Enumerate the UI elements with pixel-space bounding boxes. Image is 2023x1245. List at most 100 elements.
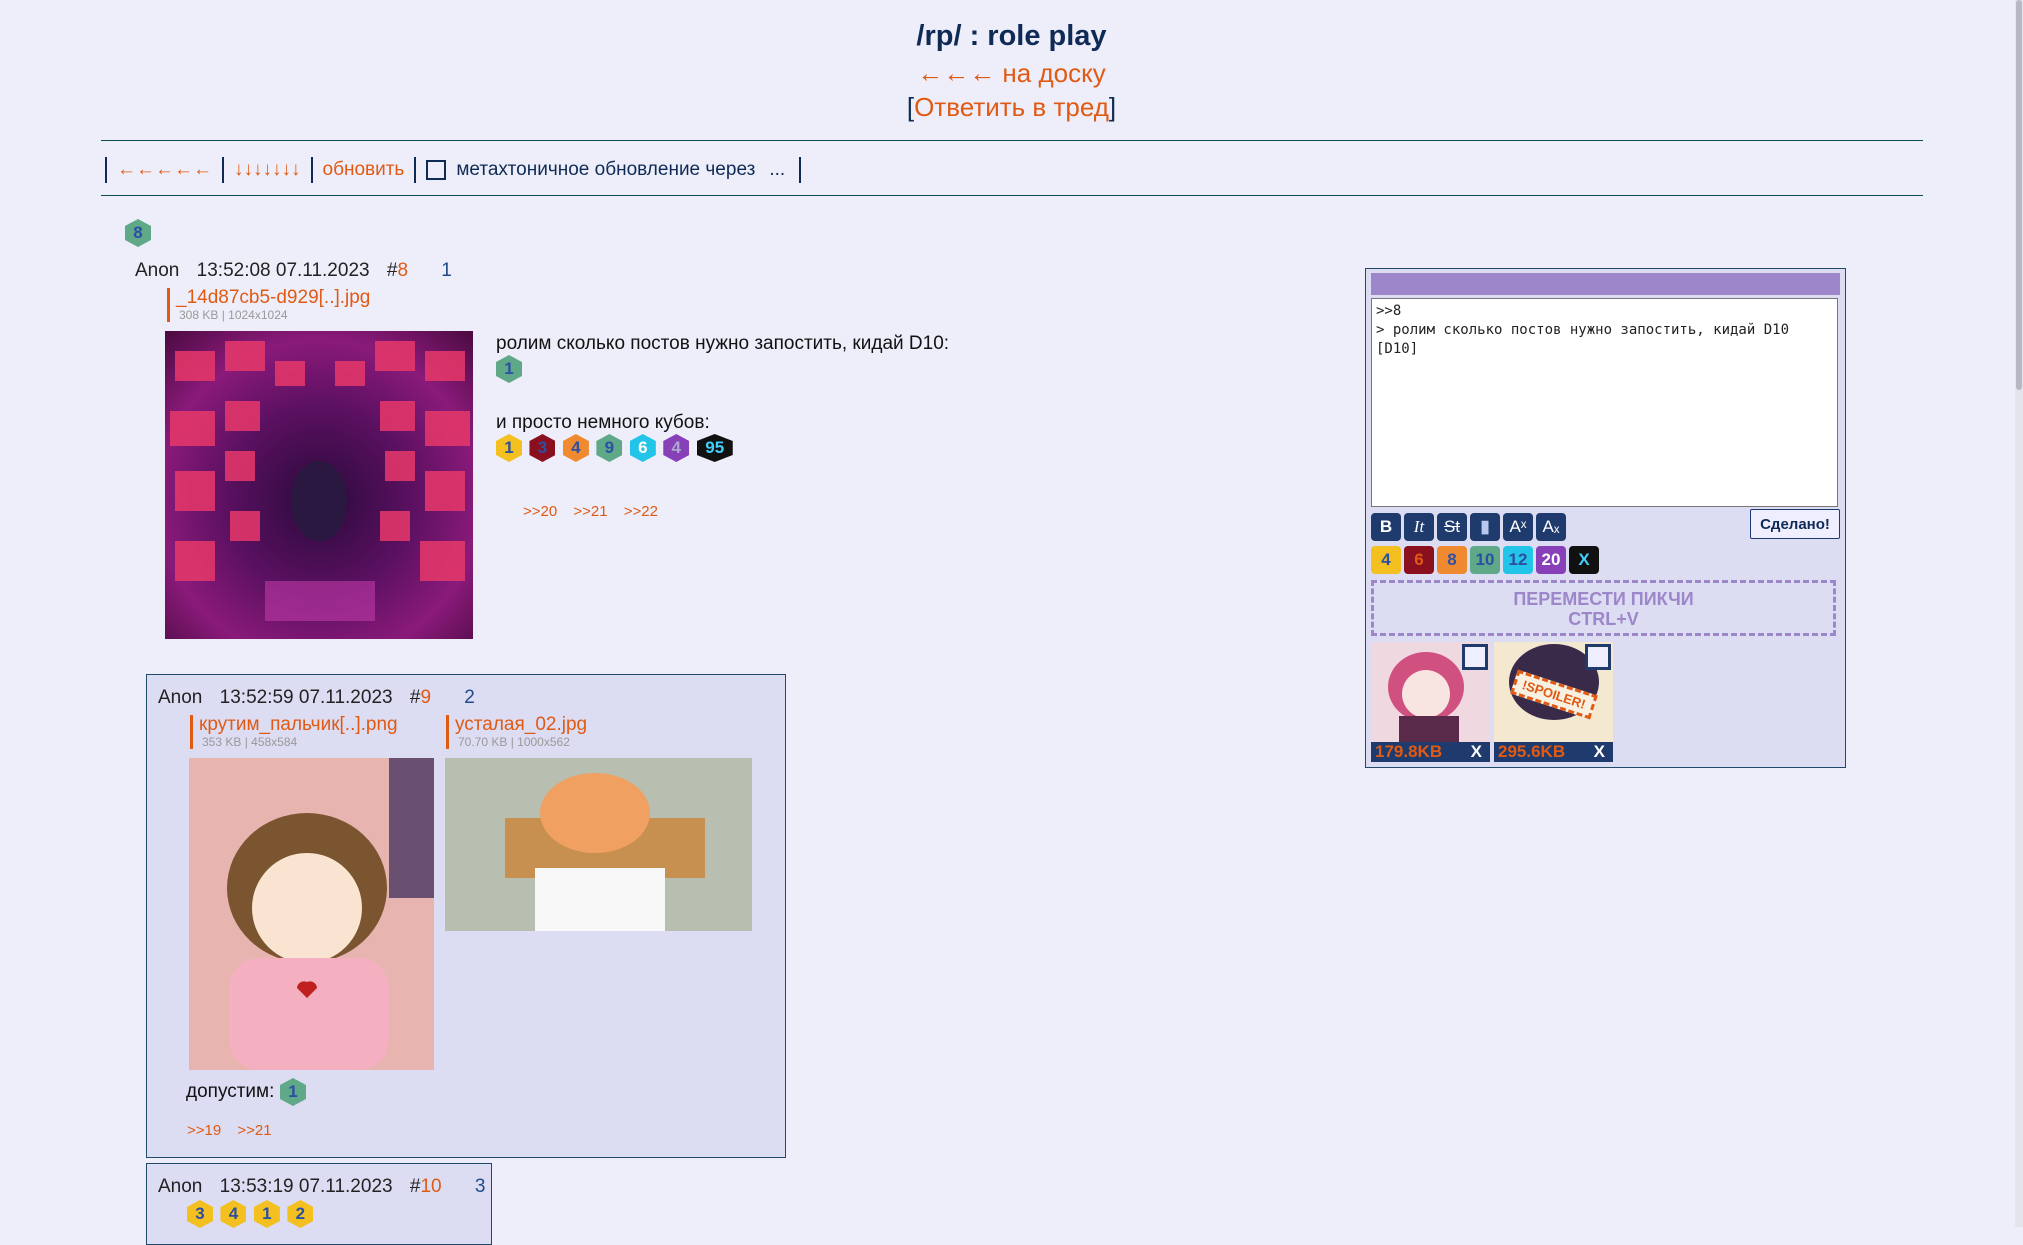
attachment-thumbnail[interactable]: !SPOILER! 295.6KB X <box>1494 642 1613 762</box>
d4-die: 1 <box>253 1200 280 1228</box>
format-toolbar: B It St ▮ Aˣ Aₓ <box>1371 513 1569 541</box>
nav-separator <box>799 157 802 183</box>
post-replies: >>19 >>21 <box>187 1122 272 1139</box>
page-title: /rp/ : role play <box>916 20 1107 52</box>
insert-d10-button[interactable]: 10 <box>1470 546 1500 574</box>
reply-form: >>8 > ролим сколько постов нужно запости… <box>1365 268 1846 768</box>
d10-die: 1 <box>280 1078 306 1106</box>
scrollbar-track[interactable] <box>2015 0 2023 1227</box>
dice-toolbar: 4 6 8 10 12 20 X <box>1371 546 1602 574</box>
auto-update-checkbox[interactable] <box>426 160 447 180</box>
file-meta: 308 KB | 1024x1024 <box>167 308 370 322</box>
d10-die: 9 <box>596 434 623 462</box>
refresh-link[interactable]: обновить <box>323 159 405 181</box>
reply-ref-link[interactable]: >>21 <box>573 503 607 520</box>
post-image[interactable] <box>445 758 752 931</box>
post-datetime: 13:53:19 07.11.2023 <box>219 1176 393 1197</box>
reply-form-drag-handle[interactable] <box>1371 273 1840 295</box>
attachment-size: 295.6KB X <box>1494 742 1613 762</box>
file-info: крутим_пальчик[..].png 353 KB | 458x584 <box>190 715 398 749</box>
d100-die: 95 <box>696 434 733 462</box>
post-datetime: 13:52:08 07.11.2023 <box>196 260 370 281</box>
nav-separator <box>105 157 107 183</box>
spoiler-button[interactable]: ▮ <box>1470 513 1500 541</box>
image-tired-girl-icon <box>445 758 752 931</box>
file-name-link[interactable]: крутим_пальчик[..].png <box>190 715 398 735</box>
post-header: Anon 13:52:59 07.11.2023 #9 2 <box>158 687 475 709</box>
d8-die: 4 <box>562 434 589 462</box>
reply-in-thread-link[interactable]: Ответить в тред <box>914 92 1109 122</box>
file-meta: 70.70 KB | 1000x562 <box>446 735 587 749</box>
submit-button[interactable]: Сделано! <box>1750 509 1840 539</box>
strike-button[interactable]: St <box>1437 513 1467 541</box>
dice-rolls: 1 3 4 9 6 4 95 <box>496 434 736 462</box>
op-dice-badge: 8 <box>125 219 154 247</box>
dice-roll: 1 <box>496 355 525 383</box>
textarea-resize-handle[interactable] <box>1830 486 1844 500</box>
file-info: _14d87cb5-d929[..].jpg 308 KB | 1024x102… <box>167 288 370 322</box>
d4-die: 3 <box>187 1200 213 1228</box>
back-to-board-link[interactable]: ←←← на доску <box>0 58 2023 89</box>
post-image[interactable] <box>189 758 434 1070</box>
post-text: и просто немного кубов: <box>496 412 710 433</box>
post-number-link[interactable]: 9 <box>420 687 431 708</box>
bold-button[interactable]: B <box>1371 513 1401 541</box>
insert-d20-button[interactable]: 20 <box>1536 546 1566 574</box>
post-replies: >>20 >>21 >>22 <box>523 503 658 520</box>
post-author: Anon <box>158 1176 203 1197</box>
post-index: 2 <box>464 687 475 708</box>
d12-die: 6 <box>629 434 656 462</box>
reply-textarea[interactable]: >>8 > ролим сколько постов нужно запости… <box>1371 298 1838 507</box>
insert-d4-button[interactable]: 4 <box>1371 546 1401 574</box>
post-image[interactable] <box>165 331 473 639</box>
reply-in-thread: [Ответить в тред] <box>0 92 2023 123</box>
post-number-link[interactable]: 8 <box>397 260 408 281</box>
image-tv-corridor-icon <box>170 341 470 621</box>
post-index: 1 <box>441 260 452 281</box>
post-number-link[interactable]: 10 <box>420 1176 441 1197</box>
bottom-divider <box>101 195 1923 196</box>
superscript-button[interactable]: Aˣ <box>1503 513 1533 541</box>
reply-ref-link[interactable]: >>20 <box>523 503 557 520</box>
insert-d100-button[interactable]: X <box>1569 546 1599 574</box>
insert-d8-button[interactable]: 8 <box>1437 546 1467 574</box>
file-name-link[interactable]: усталая_02.jpg <box>446 715 587 735</box>
spoiler-checkbox[interactable] <box>1585 644 1611 670</box>
nav-separator <box>414 157 417 183</box>
post-author: Anon <box>135 260 180 281</box>
file-info: усталая_02.jpg 70.70 KB | 1000x562 <box>446 715 587 749</box>
subscript-button[interactable]: Aₓ <box>1536 513 1566 541</box>
remove-attachment-button[interactable]: X <box>1594 742 1605 762</box>
spoiler-checkbox[interactable] <box>1462 644 1488 670</box>
d4-die: 4 <box>220 1200 247 1228</box>
file-meta: 353 KB | 458x584 <box>190 735 398 749</box>
reply-ref-link[interactable]: >>19 <box>187 1122 221 1139</box>
top-divider <box>101 140 1923 141</box>
d20-die: 4 <box>663 434 690 462</box>
post-header: Anon 13:53:19 07.11.2023 #10 3 <box>158 1176 485 1198</box>
post-author: Anon <box>158 687 203 708</box>
file-name-link[interactable]: _14d87cb5-d929[..].jpg <box>167 288 370 308</box>
italic-button[interactable]: It <box>1404 513 1434 541</box>
auto-update-label: метахтоничное обновление через <box>456 159 756 180</box>
insert-d12-button[interactable]: 12 <box>1503 546 1533 574</box>
bracket-close: ] <box>1108 92 1117 122</box>
attachment-size: 179.8KB X <box>1371 742 1490 762</box>
reply-ref-link[interactable]: >>21 <box>237 1122 271 1139</box>
dice-rolls: 3 4 1 2 <box>187 1200 316 1228</box>
scrollbar-thumb[interactable] <box>2016 0 2022 390</box>
attachment-thumbnail[interactable]: 179.8KB X <box>1371 642 1490 762</box>
remove-attachment-button[interactable]: X <box>1471 742 1482 762</box>
post-hash: # <box>409 687 421 708</box>
image-anime-girl-icon <box>189 758 434 1070</box>
d4-die: 1 <box>496 434 522 462</box>
nav-down-arrows[interactable]: ↓↓↓↓↓↓↓ <box>234 159 301 181</box>
auto-update-timer: ... <box>769 159 786 180</box>
post-datetime: 13:52:59 07.11.2023 <box>219 687 393 708</box>
insert-d6-button[interactable]: 6 <box>1404 546 1434 574</box>
reply-ref-link[interactable]: >>22 <box>624 503 658 520</box>
thread-nav: ←←←←← ↓↓↓↓↓↓↓ обновить метахтоничное обн… <box>101 156 811 184</box>
paste-image-dropzone[interactable]: ПЕРЕМЕСТИ ПИКЧИ CTRL+V <box>1371 580 1836 636</box>
nav-back-arrows[interactable]: ←←←←← <box>117 159 212 181</box>
nav-separator <box>222 157 224 183</box>
